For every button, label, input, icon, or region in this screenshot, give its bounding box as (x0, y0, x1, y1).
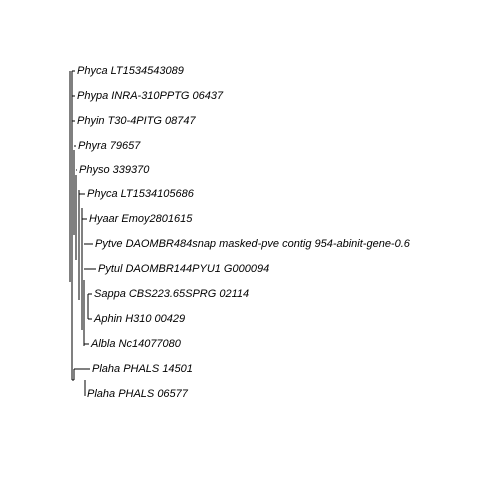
leaf-label-aphin-h310-00429: Aphin H310 00429 (93, 313, 185, 325)
leaf-label-albla-nc14077080: Albla Nc14077080 (90, 338, 182, 350)
leaf-label-phyca-lt1534105686: Phyca LT1534105686 (87, 188, 195, 200)
phylogenetic-tree: Phyca LT1534543089 Phypa INRA-310PPTG 06… (69, 65, 411, 400)
leaf-label-plaha-phals-14501: Plaha PHALS 14501 (92, 363, 193, 375)
leaf-label-physo-339370: Physo 339370 (79, 164, 150, 176)
leaf-label-phyca-lt1534543089: Phyca LT1534543089 (77, 65, 184, 77)
leaf-label-sappa-cbs223: Sappa CBS223.65SPRG 02114 (94, 288, 249, 300)
leaf-label-pytve-daombr484: Pytve DAOMBR484snap masked-pve contig 95… (95, 238, 411, 250)
leaf-label-phypa-inra-310pptg-06437: Phypa INRA-310PPTG 06437 (77, 90, 224, 102)
leaf-label-pytul-daombr144: Pytul DAOMBR144PYU1 G000094 (98, 263, 269, 275)
leaf-label-phyin-t30-4pitg-08747: Phyin T30-4PITG 08747 (77, 115, 197, 127)
leaf-label-phyra-79657: Phyra 79657 (78, 140, 141, 152)
leaf-label-hyaar-emoy2801615: Hyaar Emoy2801615 (89, 213, 193, 225)
leaf-label-plaha-phals-06577: Plaha PHALS 06577 (87, 388, 189, 400)
tree-labels: Phyca LT1534543089 Phypa INRA-310PPTG 06… (77, 65, 411, 400)
